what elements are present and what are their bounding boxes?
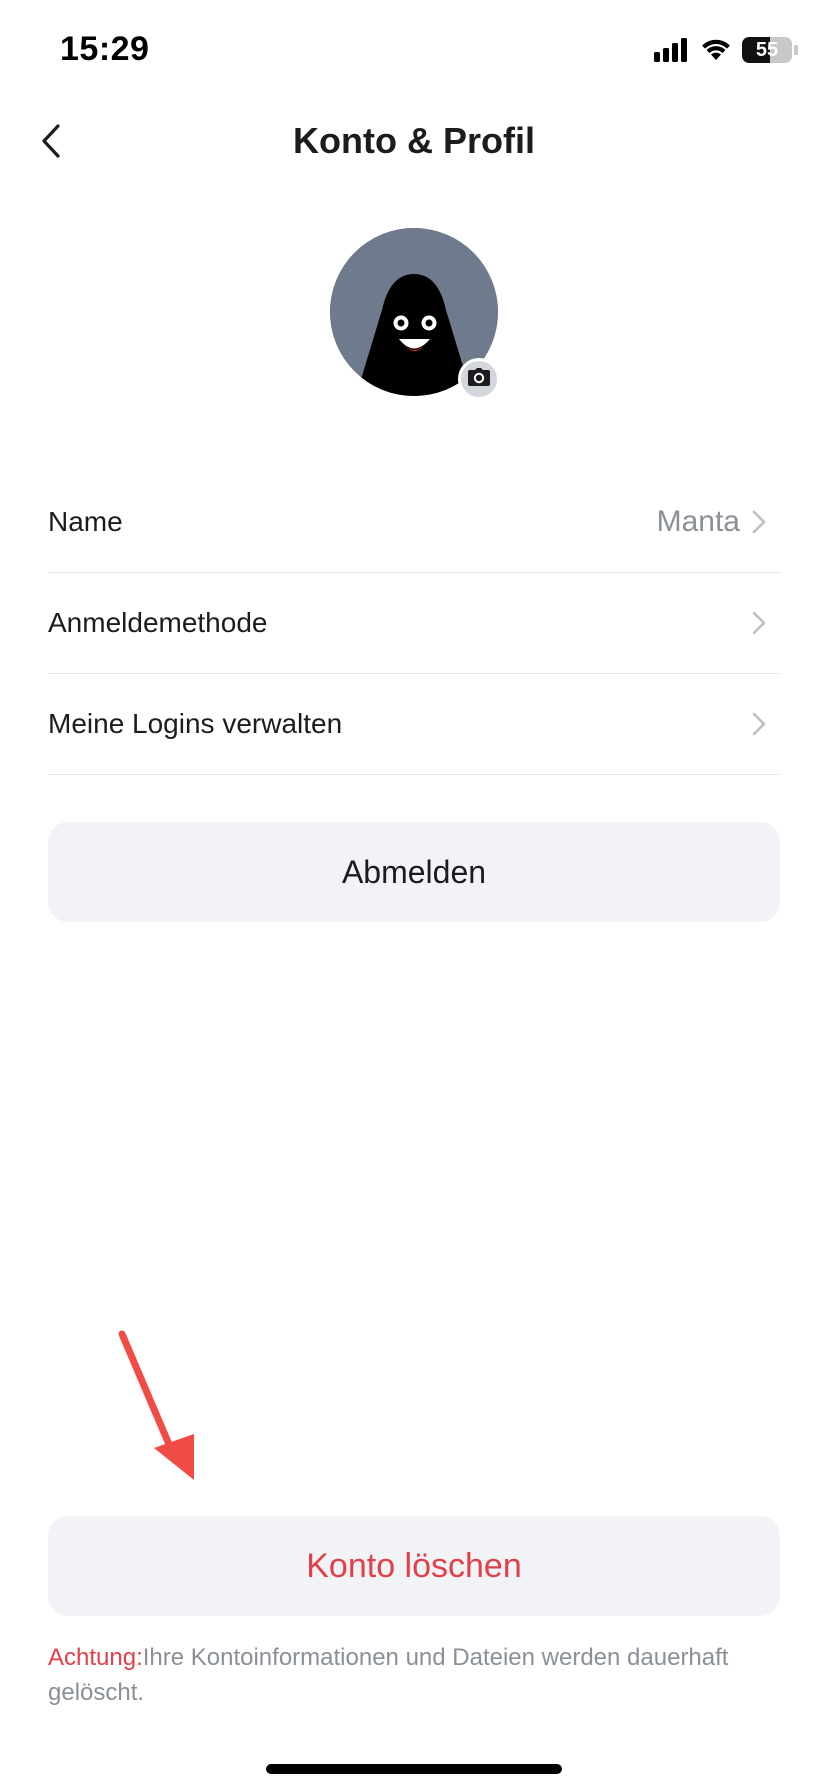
settings-row-manage-logins[interactable]: Meine Logins verwalten: [48, 674, 780, 775]
chevron-right-icon: [752, 611, 766, 635]
row-right: [752, 573, 766, 673]
warning-text: Ihre Kontoinformationen und Dateien werd…: [48, 1644, 729, 1706]
home-indicator[interactable]: [266, 1764, 562, 1774]
battery-indicator: 55: [742, 37, 792, 63]
battery-level: 55: [755, 38, 779, 61]
settings-row-login-method[interactable]: Anmeldemethode: [48, 573, 780, 674]
row-value: Manta: [656, 505, 740, 538]
chevron-right-icon: [752, 510, 766, 534]
warning-prefix: Achtung:: [48, 1644, 143, 1671]
logout-label: Abmelden: [341, 853, 487, 890]
status-bar: 15:29 55: [0, 0, 828, 100]
row-right: [752, 674, 766, 774]
avatar-button[interactable]: [330, 228, 500, 400]
camera-icon: [468, 367, 490, 391]
red-arrow-icon: [118, 1330, 194, 1480]
delete-account-label: Konto löschen: [306, 1546, 522, 1585]
status-time: 15:29: [60, 30, 150, 68]
row-label: Name: [48, 506, 123, 537]
delete-warning: Achtung:Ihre Kontoinformationen und Date…: [48, 1640, 788, 1710]
logout-button[interactable]: Abmelden: [48, 822, 780, 922]
settings-row-name[interactable]: Name Manta: [48, 472, 780, 573]
cellular-signal-icon: [654, 38, 690, 62]
battery-tip: [794, 45, 798, 55]
delete-account-button[interactable]: Konto löschen: [48, 1516, 780, 1616]
row-label: Meine Logins verwalten: [48, 708, 343, 739]
account-profile-screen: 15:29 55 Konto & Profil Name Manta Anmel…: [0, 0, 828, 1792]
wifi-icon: [700, 38, 732, 62]
row-label: Anmeldemethode: [48, 607, 268, 638]
row-right: Manta: [657, 472, 766, 572]
nav-bar: Konto & Profil: [0, 100, 828, 184]
settings-list: Name Manta Anmeldemethode Meine Logins v…: [48, 472, 780, 775]
arrow-annotation: [110, 1330, 200, 1495]
chevron-right-icon: [752, 712, 766, 736]
status-indicators: 55: [654, 36, 798, 64]
page-title: Konto & Profil: [293, 120, 535, 161]
camera-badge[interactable]: [458, 358, 500, 400]
